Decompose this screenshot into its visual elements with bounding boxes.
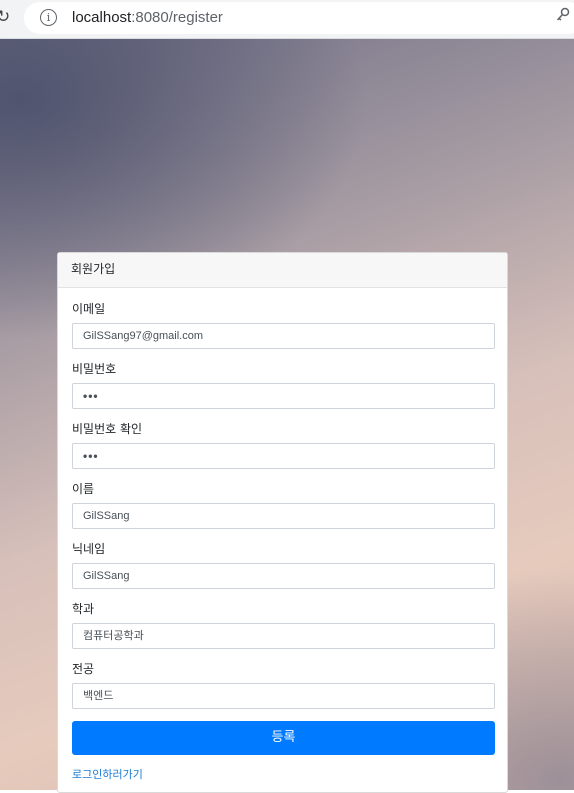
register-card: 회원가입 이메일 GilSSang97@gmail.com 비밀번호 ••• 비… (57, 252, 508, 793)
address-bar[interactable]: i localhost:8080/register (24, 2, 574, 34)
major-group: 전공 백엔드 (72, 661, 495, 709)
login-link[interactable]: 로그인하러가기 (72, 766, 494, 782)
url-path: :8080/register (131, 9, 223, 26)
register-form: 이메일 GilSSang97@gmail.com 비밀번호 ••• 비밀번호 확… (58, 288, 507, 782)
major-label: 전공 (72, 662, 95, 676)
department-label: 학과 (72, 602, 95, 616)
password-confirm-group: 비밀번호 확인 ••• (72, 421, 495, 469)
email-field[interactable]: GilSSang97@gmail.com (72, 323, 495, 349)
card-title: 회원가입 (58, 253, 507, 288)
key-icon[interactable] (556, 7, 570, 27)
email-group: 이메일 GilSSang97@gmail.com (72, 301, 495, 349)
nickname-field[interactable]: GilSSang (72, 563, 495, 589)
name-field[interactable]: GilSSang (72, 503, 495, 529)
page-background: 회원가입 이메일 GilSSang97@gmail.com 비밀번호 ••• 비… (0, 39, 574, 793)
browser-toolbar: ↻ i localhost:8080/register (0, 0, 574, 39)
department-field[interactable]: 컴퓨터공학과 (72, 623, 495, 649)
password-field[interactable]: ••• (72, 383, 495, 409)
reload-icon[interactable]: ↻ (0, 7, 10, 27)
major-field[interactable]: 백엔드 (72, 683, 495, 709)
nickname-group: 닉네임 GilSSang (72, 541, 495, 589)
url-text[interactable]: localhost:8080/register (72, 9, 223, 26)
info-icon[interactable]: i (40, 9, 57, 26)
nickname-label: 닉네임 (72, 542, 106, 556)
password-confirm-label: 비밀번호 확인 (72, 422, 143, 436)
email-label: 이메일 (72, 302, 106, 316)
url-host: localhost (72, 9, 132, 26)
password-label: 비밀번호 (72, 362, 117, 376)
register-button[interactable]: 등록 (72, 721, 495, 755)
password-group: 비밀번호 ••• (72, 361, 495, 409)
department-group: 학과 컴퓨터공학과 (72, 601, 495, 649)
name-label: 이름 (72, 482, 95, 496)
password-confirm-field[interactable]: ••• (72, 443, 495, 469)
name-group: 이름 GilSSang (72, 481, 495, 529)
